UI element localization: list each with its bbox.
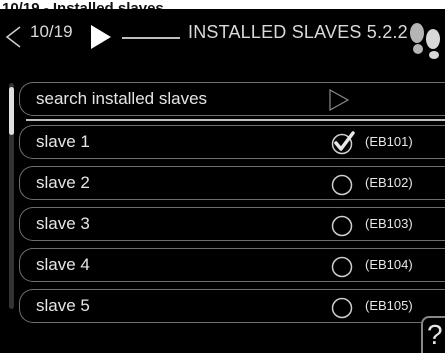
radio-icon[interactable] bbox=[331, 295, 355, 319]
list-item-slave-1[interactable]: slave 1 (EB101) bbox=[19, 125, 445, 159]
checked-radio-icon[interactable] bbox=[331, 131, 355, 155]
slave-label: slave 4 bbox=[36, 255, 90, 274]
radio-icon[interactable] bbox=[331, 254, 355, 278]
slave-label: slave 1 bbox=[36, 132, 90, 151]
slave-label: slave 5 bbox=[36, 296, 90, 315]
list-item-slave-5[interactable]: slave 5 (EB105) bbox=[19, 289, 445, 323]
list-item-slave-3[interactable]: slave 3 (EB103) bbox=[19, 207, 445, 241]
chevron-left-icon[interactable] bbox=[4, 25, 22, 49]
slave-code: (EB105) bbox=[365, 298, 413, 313]
slave-code: (EB101) bbox=[365, 134, 413, 149]
list-item-slave-4[interactable]: slave 4 (EB104) bbox=[19, 248, 445, 282]
scrollbar-thumb[interactable] bbox=[9, 87, 14, 135]
slave-label: slave 2 bbox=[36, 173, 90, 192]
play-outline-icon[interactable] bbox=[328, 88, 350, 112]
help-icon: ? bbox=[427, 319, 443, 350]
page-indicator: 10/19 bbox=[30, 22, 73, 41]
scrollbar[interactable] bbox=[9, 83, 14, 309]
play-right-icon[interactable] bbox=[89, 24, 113, 50]
header: 10/19 INSTALLED SLAVES 5.2.2 bbox=[0, 9, 445, 67]
slave-code: (EB104) bbox=[365, 257, 413, 272]
help-button[interactable]: ? bbox=[421, 316, 445, 353]
header-divider bbox=[122, 37, 180, 39]
list-item-slave-2[interactable]: slave 2 (EB102) bbox=[19, 166, 445, 200]
search-separator bbox=[26, 119, 445, 121]
radio-icon[interactable] bbox=[331, 213, 355, 237]
slave-code: (EB102) bbox=[365, 175, 413, 190]
menu-title: INSTALLED SLAVES 5.2.2 bbox=[188, 22, 408, 42]
search-row[interactable]: search installed slaves bbox=[19, 82, 445, 116]
footsteps-icon bbox=[410, 23, 440, 59]
radio-icon[interactable] bbox=[331, 172, 355, 196]
display-screen: 10/19 INSTALLED SLAVES 5.2.2 search inst… bbox=[0, 9, 445, 353]
slave-label: slave 3 bbox=[36, 214, 90, 233]
search-label: search installed slaves bbox=[36, 89, 208, 108]
slave-code: (EB103) bbox=[365, 216, 413, 231]
